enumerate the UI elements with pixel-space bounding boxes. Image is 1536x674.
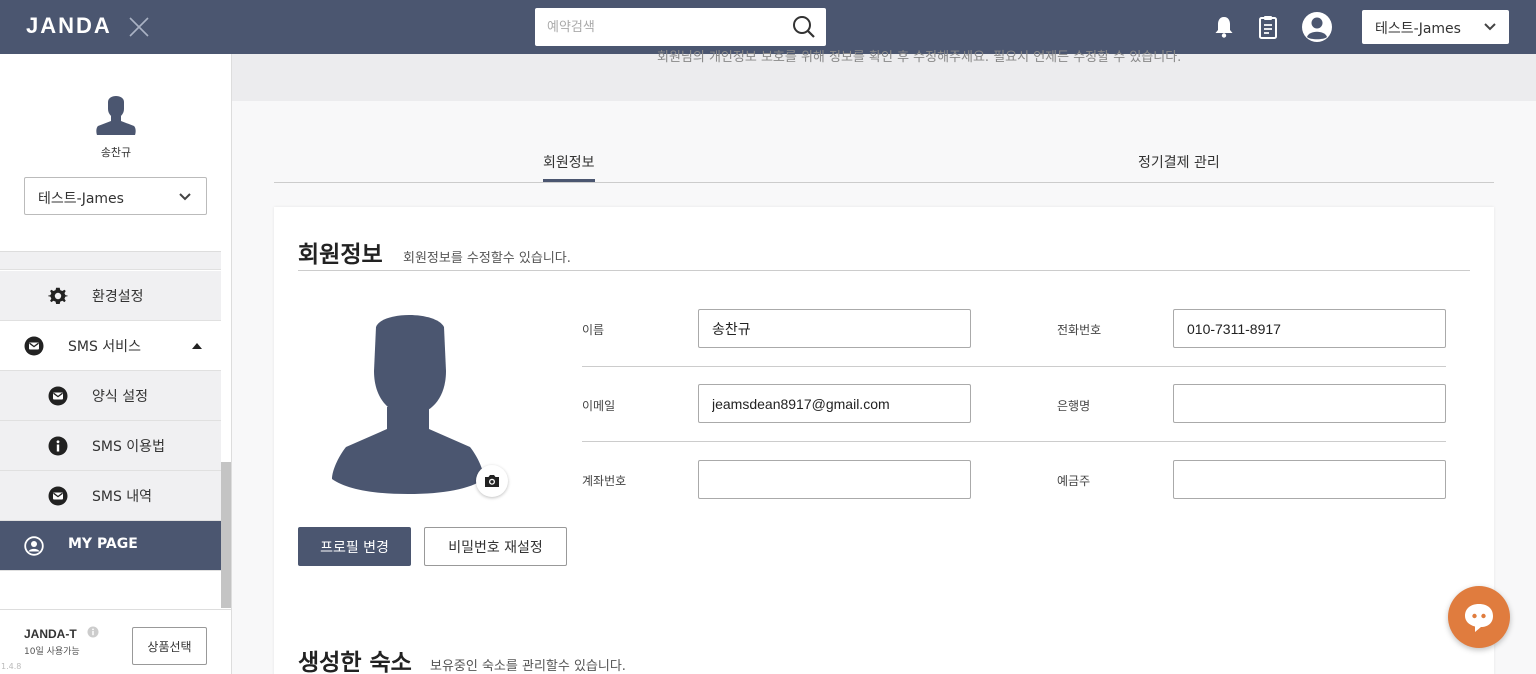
sidebar-item-sms-guide[interactable]: SMS 이용법 <box>0 421 221 471</box>
user-circle-icon <box>24 536 44 556</box>
top-account-select[interactable]: 테스트-James <box>1362 10 1509 44</box>
sidebar-scrollbar[interactable] <box>221 462 231 608</box>
bell-icon[interactable] <box>1211 14 1237 40</box>
sidebar-account-select[interactable]: 테스트-James <box>24 177 207 215</box>
tab-member-info[interactable]: 회원정보 <box>543 152 595 182</box>
sidebar-item-label: 환경설정 <box>92 289 144 305</box>
divider <box>298 270 1470 271</box>
tab-subscription[interactable]: 정기결제 관리 <box>1138 152 1220 179</box>
plan-days: 10일 사용가능 <box>24 647 80 657</box>
version-label: 1.4.8 <box>1 662 22 671</box>
gear-icon <box>48 287 68 304</box>
sidebar-item-label: SMS 내역 <box>92 489 153 505</box>
select-plan-button[interactable]: 상품선택 <box>132 627 207 665</box>
change-profile-button[interactable]: 프로필 변경 <box>298 527 411 566</box>
top-account-select-value: 테스트-James <box>1375 21 1461 37</box>
chevron-down-icon <box>1484 23 1496 31</box>
chat-button[interactable] <box>1448 586 1510 648</box>
close-menu-icon[interactable] <box>128 14 150 40</box>
chat-icon <box>1465 604 1493 632</box>
phone-field[interactable] <box>1173 309 1446 348</box>
divider <box>582 366 1446 367</box>
section-subtitle: 보유중인 숙소를 관리할수 있습니다. <box>430 659 626 674</box>
mail-icon <box>48 486 68 506</box>
plan-name: JANDA-T <box>24 627 77 641</box>
tab-bar: 회원정보 정기결제 관리 <box>274 145 1494 183</box>
clipboard-icon[interactable] <box>1255 14 1281 40</box>
divider <box>582 441 1446 442</box>
sidebar-item-label: SMS 서비스 <box>68 339 141 355</box>
sidebar: 송찬규 테스트-James 환경설정 SMS 서비스 양식 설정 SMS 이용법… <box>0 54 232 674</box>
mail-icon <box>48 386 68 406</box>
bank-label: 은행명 <box>1057 399 1091 413</box>
sidebar-item-sms-history[interactable]: SMS 내역 <box>0 471 221 521</box>
info-icon[interactable] <box>87 626 99 638</box>
sidebar-item-template-settings[interactable]: 양식 설정 <box>0 371 221 421</box>
name-label: 이름 <box>582 323 605 337</box>
sidebar-footer: JANDA-T 10일 사용가능 1.4.8 상품선택 <box>0 609 231 674</box>
avatar <box>96 96 136 135</box>
email-field[interactable] <box>698 384 971 423</box>
search-icon[interactable] <box>792 15 816 39</box>
sidebar-item-sms-service[interactable]: SMS 서비스 <box>0 321 221 371</box>
caret-up-icon <box>192 343 202 349</box>
name-field[interactable] <box>698 309 971 348</box>
bank-field[interactable] <box>1173 384 1446 423</box>
user-account-icon[interactable] <box>1301 11 1333 43</box>
sidebar-item-hidden[interactable] <box>0 252 221 270</box>
account-label: 계좌번호 <box>582 474 627 488</box>
sidebar-menu: 환경설정 SMS 서비스 양식 설정 SMS 이용법 SMS 내역 MY PAG… <box>0 251 221 609</box>
sidebar-item-label: MY PAGE <box>68 536 138 552</box>
section-title: 회원정보 <box>298 242 383 268</box>
main-content: 회원정보 정기결제 관리 회원정보 회원정보를 수정할수 있습니다. 이름 전화… <box>232 101 1536 674</box>
sidebar-item-label: SMS 이용법 <box>92 439 165 455</box>
sidebar-item-label: 양식 설정 <box>92 389 148 405</box>
banner-text: 회원님의 개인정보 보호를 위해 정보를 확인 후 수정해주세요. 필요시 언제… <box>657 50 1182 65</box>
search-box <box>535 8 826 46</box>
sidebar-item-my-page[interactable]: MY PAGE <box>0 521 221 571</box>
sidebar-account-select-value: 테스트-James <box>38 191 124 207</box>
sidebar-item-settings[interactable]: 환경설정 <box>0 271 221 321</box>
change-photo-button[interactable] <box>476 465 508 497</box>
logo[interactable]: JANDA <box>26 13 112 39</box>
camera-icon <box>485 475 499 487</box>
section-subtitle: 회원정보를 수정할수 있습니다. <box>403 251 571 266</box>
email-label: 이메일 <box>582 399 616 413</box>
section-title: 생성한 숙소 <box>298 650 412 674</box>
member-info-card: 회원정보 회원정보를 수정할수 있습니다. 이름 전화번호 이메일 은행명 계좌… <box>274 207 1494 674</box>
info-icon <box>48 436 68 456</box>
holder-field[interactable] <box>1173 460 1446 499</box>
phone-label: 전화번호 <box>1057 323 1102 337</box>
account-field[interactable] <box>698 460 971 499</box>
profile-avatar-icon <box>332 315 484 494</box>
mail-icon <box>24 336 44 356</box>
profile-name: 송찬규 <box>100 146 132 159</box>
chevron-down-icon <box>179 193 191 201</box>
reset-password-button[interactable]: 비밀번호 재설정 <box>424 527 567 566</box>
search-input[interactable] <box>535 8 780 46</box>
notice-banner: 회원님의 개인정보 보호를 위해 정보를 확인 후 수정해주세요. 필요시 언제… <box>232 50 1536 101</box>
holder-label: 예금주 <box>1057 474 1091 488</box>
